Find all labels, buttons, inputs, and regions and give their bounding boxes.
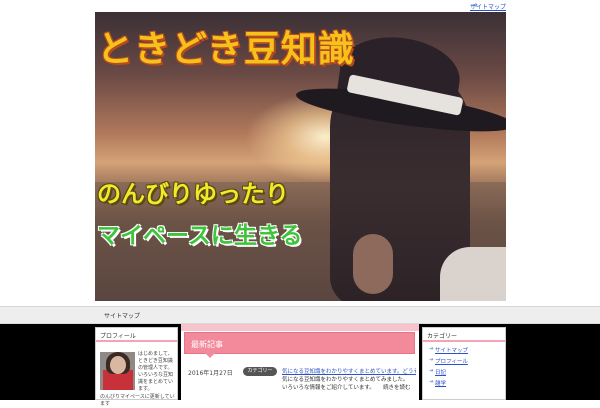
arrow-right-icon: ➔	[429, 357, 434, 363]
category-item-label[interactable]: サイトマップ	[435, 348, 468, 354]
site-subtitle-line2: マイペースに生きる	[97, 223, 303, 249]
main-top-band	[181, 324, 419, 331]
arrow-right-icon: ➔	[429, 346, 434, 352]
header-banner[interactable]: ときどき豆知識 のんびりゆったり マイペースに生きる	[95, 12, 506, 301]
post-category-badge[interactable]: カテゴリー	[243, 367, 277, 376]
sitemap-link[interactable]: サイトマップ	[470, 2, 506, 11]
category-item-label[interactable]: 雑学	[435, 381, 446, 387]
category-item-label[interactable]: プロフィール	[435, 359, 468, 365]
shoulder	[440, 247, 506, 301]
site-subtitle-line1: のんびりゆったり	[97, 180, 289, 208]
category-list: ➔ サイトマップ ➔ プロフィール ➔ 日記 ➔ 雑学	[423, 342, 505, 394]
section-heading: 最新記事	[184, 332, 415, 358]
profile-text-more: のんびりマイペースに更新しています	[100, 394, 175, 407]
profile-widget-heading: プロフィール	[96, 328, 177, 342]
post-excerpt: 気になる豆知識をわかりやすくまとめてみました。 いろいろな情報をご紹介しています…	[282, 377, 417, 391]
profile-widget: プロフィール はじめまして、ときどき豆知識の管理人です。いろいろな豆知識をまとめ…	[95, 327, 178, 407]
profile-text: はじめまして、ときどき豆知識の管理人です。いろいろな豆知識をまとめています。	[138, 351, 174, 392]
category-item[interactable]: ➔ 雑学	[429, 379, 499, 387]
top-bar: ➔ サイトマップ	[0, 0, 600, 12]
post-date: 2016年1月27日	[188, 370, 233, 377]
heading-notch	[205, 353, 215, 358]
arrow-right-icon: ➔	[429, 379, 434, 385]
main-content: 最新記事 2016年1月27日 カテゴリー 気になる豆知識をわかりやすくまとめて…	[181, 324, 419, 400]
global-nav: サイトマップ	[0, 306, 600, 324]
arrow-right-icon: ➔	[429, 368, 434, 374]
section-heading-label: 最新記事	[191, 340, 223, 349]
category-item[interactable]: ➔ 日記	[429, 368, 499, 376]
avatar-face	[110, 356, 126, 374]
avatar	[100, 352, 135, 390]
nav-item-sitemap[interactable]: サイトマップ	[104, 311, 140, 320]
category-widget-heading: カテゴリー	[423, 328, 505, 342]
post-title-link[interactable]: 気になる豆知識をわかりやすくまとめています。どうぞご覧ください	[282, 367, 416, 375]
site-title[interactable]: ときどき豆知識	[97, 20, 355, 72]
category-item-label[interactable]: 日記	[435, 370, 446, 376]
category-item[interactable]: ➔ サイトマップ	[429, 346, 499, 354]
hand	[353, 234, 393, 294]
category-item[interactable]: ➔ プロフィール	[429, 357, 499, 365]
category-widget: カテゴリー ➔ サイトマップ ➔ プロフィール ➔ 日記 ➔ 雑学	[422, 327, 506, 400]
